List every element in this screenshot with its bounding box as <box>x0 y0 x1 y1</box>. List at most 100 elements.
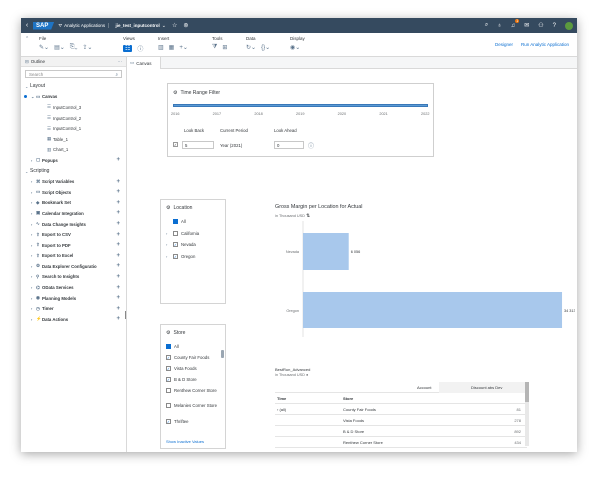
tree-item-widget[interactable]: ▥ Chart_1 <box>21 145 126 156</box>
checkbox[interactable] <box>166 344 171 349</box>
checkbox-item[interactable]: All <box>166 219 186 224</box>
add-icon[interactable]: + <box>116 263 120 269</box>
app-menu[interactable]: ⛛ Analytic Applications <box>58 23 105 28</box>
checkbox[interactable]: ✓ <box>166 366 171 371</box>
outline-search-input[interactable]: Search ⌕ <box>25 70 122 78</box>
notifications-icon[interactable]: ♫ 1 <box>511 18 520 29</box>
checkbox-item[interactable]: › ✓ Nevada <box>166 242 196 247</box>
tree-item-scripting[interactable]: › ▭ Script Objects + <box>21 187 126 198</box>
tree-item-widget[interactable]: ☰ InputControl_2 <box>21 113 126 124</box>
copy-icon[interactable]: ⎘⌄ <box>70 44 78 51</box>
chevron-right-icon[interactable]: › <box>166 254 170 259</box>
info-panel-icon[interactable]: ⓘ <box>137 44 143 53</box>
tree-item-scripting[interactable]: › ⚙ Data Explorer Configuratio + <box>21 261 126 272</box>
checkbox[interactable]: ✓ <box>166 377 171 382</box>
info-icon[interactable]: ⊚ <box>183 22 188 29</box>
checkbox[interactable] <box>173 219 178 224</box>
scrollbar[interactable] <box>221 350 224 358</box>
document-title[interactable]: jie_test_inputcontrol <box>115 23 159 28</box>
checkbox[interactable]: ✓ <box>173 242 178 247</box>
add-icon[interactable]: + <box>116 232 120 238</box>
chart-icon[interactable]: ▥ <box>158 44 164 51</box>
table-row[interactable]: Renthew Corner Store 434 <box>275 437 527 448</box>
add-icon[interactable]: + <box>116 295 120 301</box>
save-icon[interactable]: ▤⌄ <box>54 44 65 51</box>
formula-icon[interactable]: {}⌄ <box>261 44 270 51</box>
chart-bar[interactable] <box>303 233 349 270</box>
checkbox-item[interactable]: Renthew Corner Store <box>166 388 217 393</box>
tree-item-scripting[interactable]: › ◆ Bookmark Set + <box>21 198 126 209</box>
checkbox[interactable]: ✓ <box>166 355 171 360</box>
tree-item-scripting[interactable]: › ⚡ Data Actions + <box>21 314 126 325</box>
table-icon[interactable]: ▦ <box>169 44 175 51</box>
add-icon[interactable]: + <box>116 316 120 322</box>
designer-button[interactable]: Designer <box>495 42 513 47</box>
look-back-input[interactable]: 5 <box>182 141 214 149</box>
checkbox[interactable]: ✓ <box>173 253 178 259</box>
checkbox-item[interactable]: ✓ B & D Store <box>166 377 197 382</box>
tree-item-widget[interactable]: ▦ Table_1 <box>21 134 126 145</box>
checkbox-item[interactable]: ✓ Thriftee <box>166 419 189 424</box>
filter-icon[interactable]: ⧩ <box>212 44 217 51</box>
search-icon[interactable]: ⌕ <box>115 72 118 77</box>
scroll-thumb[interactable] <box>525 382 529 402</box>
show-inactive-link[interactable]: Show Inactive Values <box>166 439 204 444</box>
table-row[interactable]: B & D Store 892 <box>275 426 527 437</box>
outline-view-icon[interactable]: ☷ <box>123 45 133 52</box>
checkbox[interactable] <box>166 388 171 393</box>
checkbox[interactable] <box>173 230 178 236</box>
range-slider-bar[interactable] <box>173 104 428 107</box>
checkbox[interactable]: ✓ <box>166 419 171 424</box>
add-icon[interactable]: +⌄ <box>179 44 188 51</box>
search-icon[interactable]: ⌕ <box>485 22 488 29</box>
add-icon[interactable]: + <box>116 306 120 312</box>
tree-item-scripting[interactable]: › ⌬ OData Services + <box>21 282 126 293</box>
tree-item-scripting[interactable]: › ⇪ Export to PDF + <box>21 240 126 251</box>
grid-icon[interactable]: ⊞ <box>222 44 227 51</box>
range-checkbox[interactable]: ✓ <box>173 142 178 147</box>
tree-item-scripting[interactable]: › ⚲ Search to Insights + <box>21 272 126 283</box>
refresh-icon[interactable]: ↻⌄ <box>246 44 256 51</box>
section-layout[interactable]: ⌄ Layout <box>21 81 126 92</box>
checkbox-item[interactable]: ✓ Vista Foods <box>166 366 197 371</box>
checkbox-item[interactable]: All <box>166 344 179 349</box>
table-row[interactable]: Vista Foods 278 <box>275 415 527 426</box>
comments-icon[interactable]: ✉ <box>524 22 529 29</box>
tree-item-scripting[interactable]: › ▣ Calendar Integration + <box>21 208 126 219</box>
time-range-filter[interactable]: ⚙ Time Range Filter 2016 2017 2018 2019 2020… <box>167 83 434 157</box>
collaboration-icon[interactable]: ⚇ <box>538 22 543 29</box>
avatar[interactable] <box>565 21 573 30</box>
add-icon[interactable]: + <box>116 221 120 227</box>
tree-item-canvas[interactable]: ⌄ ▭ Canvas <box>21 92 126 103</box>
section-scripting[interactable]: ⌄ Scripting <box>21 166 126 177</box>
add-icon[interactable]: + <box>116 274 120 280</box>
chevron-down-icon[interactable]: ⌄ <box>162 23 166 29</box>
checkbox-item[interactable]: ✓ County Fair Foods <box>166 355 209 360</box>
tree-item-scripting[interactable]: › ⇪ Export to CSV + <box>21 229 126 240</box>
chart-bar[interactable] <box>303 292 563 328</box>
sap-logo[interactable]: SAP <box>33 21 55 30</box>
table-row[interactable]: › (all) County Fair Foods 81 <box>275 404 527 415</box>
checkbox-item[interactable]: Melanies Corner Store <box>166 403 217 408</box>
back-icon[interactable]: ‹ <box>21 22 33 29</box>
time-cell[interactable]: › (all) <box>277 407 286 412</box>
display-icon[interactable]: ◉⌄ <box>290 44 300 51</box>
lightbulb-icon[interactable]: ♁ <box>497 23 502 29</box>
add-icon[interactable]: + <box>116 200 120 206</box>
table-row[interactable]: Thriftee 512 <box>275 448 527 452</box>
table-scrollbar[interactable] <box>525 382 529 446</box>
tree-item-scripting[interactable]: › ⇪ Export to Excel + <box>21 251 126 262</box>
panel-resize-handle[interactable] <box>125 311 126 319</box>
add-icon[interactable]: + <box>116 285 120 291</box>
add-icon[interactable]: + <box>116 157 120 163</box>
bar-chart[interactable]: Nevada 6 056 Oregon 34 313 <box>275 219 575 339</box>
add-icon[interactable]: + <box>116 210 120 216</box>
add-icon[interactable]: + <box>116 242 120 248</box>
collapse-toolbar-icon[interactable]: ⌃ <box>25 36 29 42</box>
edit-icon[interactable]: ✎⌄ <box>39 44 49 51</box>
tree-item-scripting[interactable]: › ∿ Data Change Insights + <box>21 219 126 230</box>
add-icon[interactable]: + <box>116 253 120 259</box>
tree-item-scripting[interactable]: › ◷ Timer + <box>21 303 126 314</box>
look-ahead-input[interactable]: 0 <box>274 141 304 149</box>
tree-item-scripting[interactable]: › ⌘ Script Variables + <box>21 176 126 187</box>
